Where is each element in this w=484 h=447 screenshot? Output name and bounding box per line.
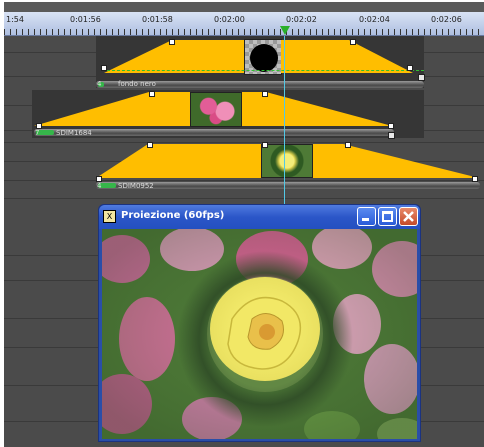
keyframe-handle[interactable] [262,91,268,97]
timeline-top-strip [4,2,484,12]
clip-end-handle[interactable] [388,132,395,139]
ruler-label: 0:02:06 [431,15,462,24]
preview-window[interactable]: X Proiezione (60fps) [98,204,421,442]
maximize-icon [382,211,393,222]
transition-in-3[interactable] [96,144,262,178]
transition-in-1[interactable] [104,40,251,73]
maximize-button[interactable] [378,207,397,226]
app-icon: X [103,210,116,223]
ruler-label: 0:01:58 [142,15,173,24]
minimize-icon [362,218,369,221]
clip-end-handle[interactable] [418,74,425,81]
preview-titlebar[interactable]: X Proiezione (60fps) [99,205,420,229]
ruler-label: 0:02:02 [286,15,317,24]
keyframe-handle[interactable] [350,39,356,45]
opacity-line [102,70,424,71]
ruler-label: 0:02:00 [214,15,245,24]
clip-name: fondo nero [118,80,156,88]
track-separator [4,180,484,181]
ruler-label: 0:01:56 [70,15,101,24]
time-ruler[interactable]: 1:54 0:01:56 0:01:58 0:02:00 0:02:02 0:0… [4,12,484,36]
close-icon [403,211,414,222]
keyframe-handle[interactable] [101,65,107,71]
clip-marker-number: 4 [97,80,102,88]
keyframe-handle[interactable] [169,39,175,45]
keyframe-handle[interactable] [262,142,268,148]
keyframe-handle[interactable] [345,142,351,148]
close-button[interactable] [399,207,418,226]
clip-marker-number: 7 [35,129,40,137]
window-title: Proiezione (60fps) [121,210,225,221]
ruler-label: 0:02:04 [359,15,390,24]
playhead-marker[interactable] [280,26,290,35]
clip-name: SDIM0952 [118,182,154,190]
clip-thumbnail-roses [190,92,242,127]
keyframe-handle[interactable] [407,65,413,71]
track-separator [4,198,484,199]
minimize-button[interactable] [357,207,376,226]
keyframe-handle[interactable] [147,142,153,148]
preview-canvas [102,229,417,439]
track-separator [4,142,484,143]
clip-name: SDIM1684 [56,129,92,137]
black-circle-preview [250,44,278,72]
transition-out-1[interactable] [281,40,413,73]
ruler-label: 1:54 [6,15,24,24]
transition-out-3[interactable] [313,144,479,178]
transition-out-2[interactable] [242,92,392,126]
playhead-line [284,36,285,211]
preview-image [102,229,417,439]
clip-marker-number: 4 [97,182,102,190]
keyframe-handle[interactable] [149,91,155,97]
transition-in-2[interactable] [34,92,191,126]
clip-thumbnail-yellow-rose [261,144,313,178]
ruler-ticks [4,29,484,35]
